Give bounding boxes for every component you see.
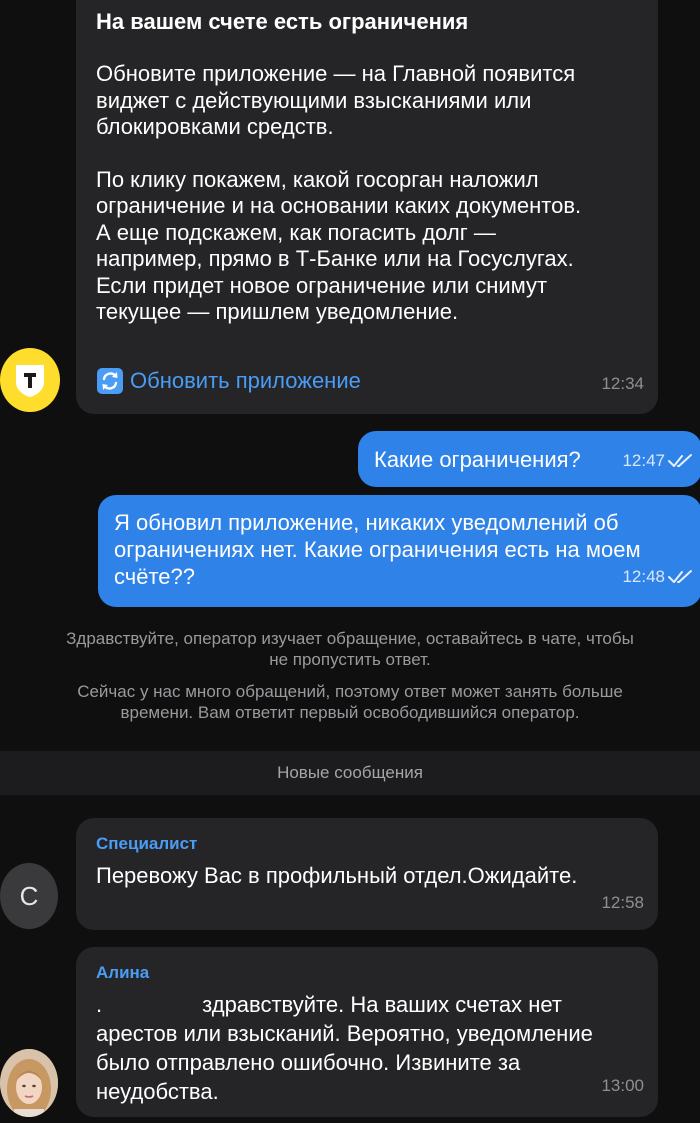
- operator-photo-avatar[interactable]: [0, 1049, 58, 1117]
- message-time: 12:48: [622, 567, 665, 586]
- message-text: Какие ограничения?: [374, 447, 581, 472]
- user-message: Я обновил приложение, никаких уведомлени…: [98, 495, 700, 607]
- bank-shield-icon: [16, 365, 44, 397]
- new-messages-label: Новые сообщения: [277, 763, 423, 782]
- system-notice-text: Здравствуйте, оператор изучает обращение…: [66, 629, 634, 669]
- message-text-prefix: .: [96, 992, 103, 1017]
- sender-name: Алина: [96, 963, 150, 982]
- message-text-first-line: здравствуйте. На ваших счетах нет: [202, 992, 562, 1017]
- message-paragraph: По клику покажем, какой госорган наложил…: [96, 166, 582, 325]
- specialist-avatar[interactable]: С: [0, 863, 58, 929]
- message-paragraph: Обновите приложение — на Главной появитс…: [96, 61, 576, 139]
- bank-logo-avatar[interactable]: [0, 348, 60, 412]
- double-check-icon: [668, 454, 692, 467]
- update-app-label: Обновить приложение: [130, 368, 361, 393]
- bank-message-restrictions: На вашем счете есть ограничения Обновите…: [76, 0, 658, 414]
- message-time: 12:47: [622, 451, 665, 470]
- system-notice-text: Сейчас у нас много обращений, поэтому от…: [77, 682, 623, 722]
- system-notice: Сейчас у нас много обращений, поэтому от…: [20, 681, 680, 723]
- message-time-status: 12:48: [622, 567, 694, 587]
- avatar-letter: С: [19, 880, 39, 911]
- system-notice: Здравствуйте, оператор изучает обращение…: [20, 628, 680, 670]
- double-check-icon: [668, 570, 692, 583]
- message-time-status: 12:47: [622, 451, 694, 471]
- message-time: 12:34: [601, 374, 644, 393]
- message-text: Перевожу Вас в профильный отдел.Ожидайте…: [96, 863, 578, 888]
- message-text-rest: арестов или взысканий. Вероятно, уведомл…: [96, 1021, 593, 1104]
- refresh-icon: [97, 368, 123, 394]
- message-title: На вашем счете есть ограничения: [96, 9, 469, 34]
- message-footer: Обновить приложение 12:34: [96, 367, 644, 401]
- message-text: . здравствуйте. На ваших счетах нет арест…: [96, 990, 638, 1106]
- message-time: 12:58: [601, 893, 644, 912]
- operator-message: Алина . здравствуйте. На ваших счетах нет…: [76, 947, 658, 1117]
- user-message: Какие ограничения? 12:47: [358, 431, 700, 487]
- message-time: 13:00: [601, 1076, 644, 1095]
- chat-screen: На вашем счете есть ограничения Обновите…: [0, 0, 700, 1123]
- sender-name: Специалист: [96, 834, 198, 853]
- specialist-message: Специалист Перевожу Вас в профильный отд…: [76, 818, 658, 930]
- operator-photo: [0, 1049, 58, 1117]
- message-text: Я обновил приложение, никаких уведомлени…: [114, 510, 641, 589]
- update-app-link[interactable]: Обновить приложение: [96, 367, 361, 395]
- new-messages-divider: Новые сообщения: [0, 751, 700, 795]
